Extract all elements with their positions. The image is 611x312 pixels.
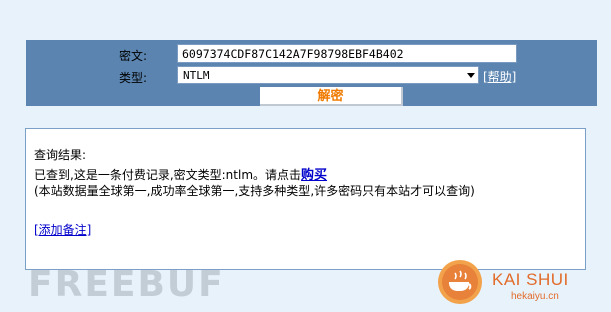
freebuf-watermark: FREEBUF (28, 264, 225, 305)
chevron-down-icon (467, 73, 475, 78)
add-remark-label[interactable]: [添加备注] (34, 223, 91, 237)
result-note: (本站数据量全球第一,成功率全球第一,支持多种类型,许多密码只有本站才可以查询) (34, 184, 475, 198)
kaishui-logo-icon (438, 260, 482, 304)
result-found-text: 已查到,这是一条付费记录,密文类型:ntlm。请点击 (34, 168, 302, 182)
result-found-line: 已查到,这是一条付费记录,密文类型:ntlm。请点击购买 (34, 164, 327, 183)
decrypt-form-panel: 密文: 6097374CDF87C142A7F98798EBF4B402 类型:… (26, 40, 597, 106)
help-link[interactable]: [帮助] (483, 68, 516, 85)
add-remark-link[interactable]: [添加备注] (34, 221, 91, 238)
result-heading: 查询结果: (34, 148, 87, 162)
kaishui-watermark-url: hekaiyu.cn (511, 291, 559, 302)
type-select[interactable]: NTLM (177, 66, 479, 84)
decrypt-button[interactable]: 解密 (260, 87, 403, 106)
type-label: 类型: (119, 71, 148, 85)
buy-link[interactable]: 购买 (301, 168, 327, 183)
result-panel: 查询结果: 已查到,这是一条付费记录,密文类型:ntlm。请点击购买 (本站数据… (25, 128, 586, 270)
type-select-value: NTLM (183, 69, 210, 82)
kaishui-watermark-name: KAI SHUI (492, 270, 569, 289)
cipher-label: 密文: (119, 49, 148, 63)
cipher-input[interactable]: 6097374CDF87C142A7F98798EBF4B402 (177, 44, 517, 63)
